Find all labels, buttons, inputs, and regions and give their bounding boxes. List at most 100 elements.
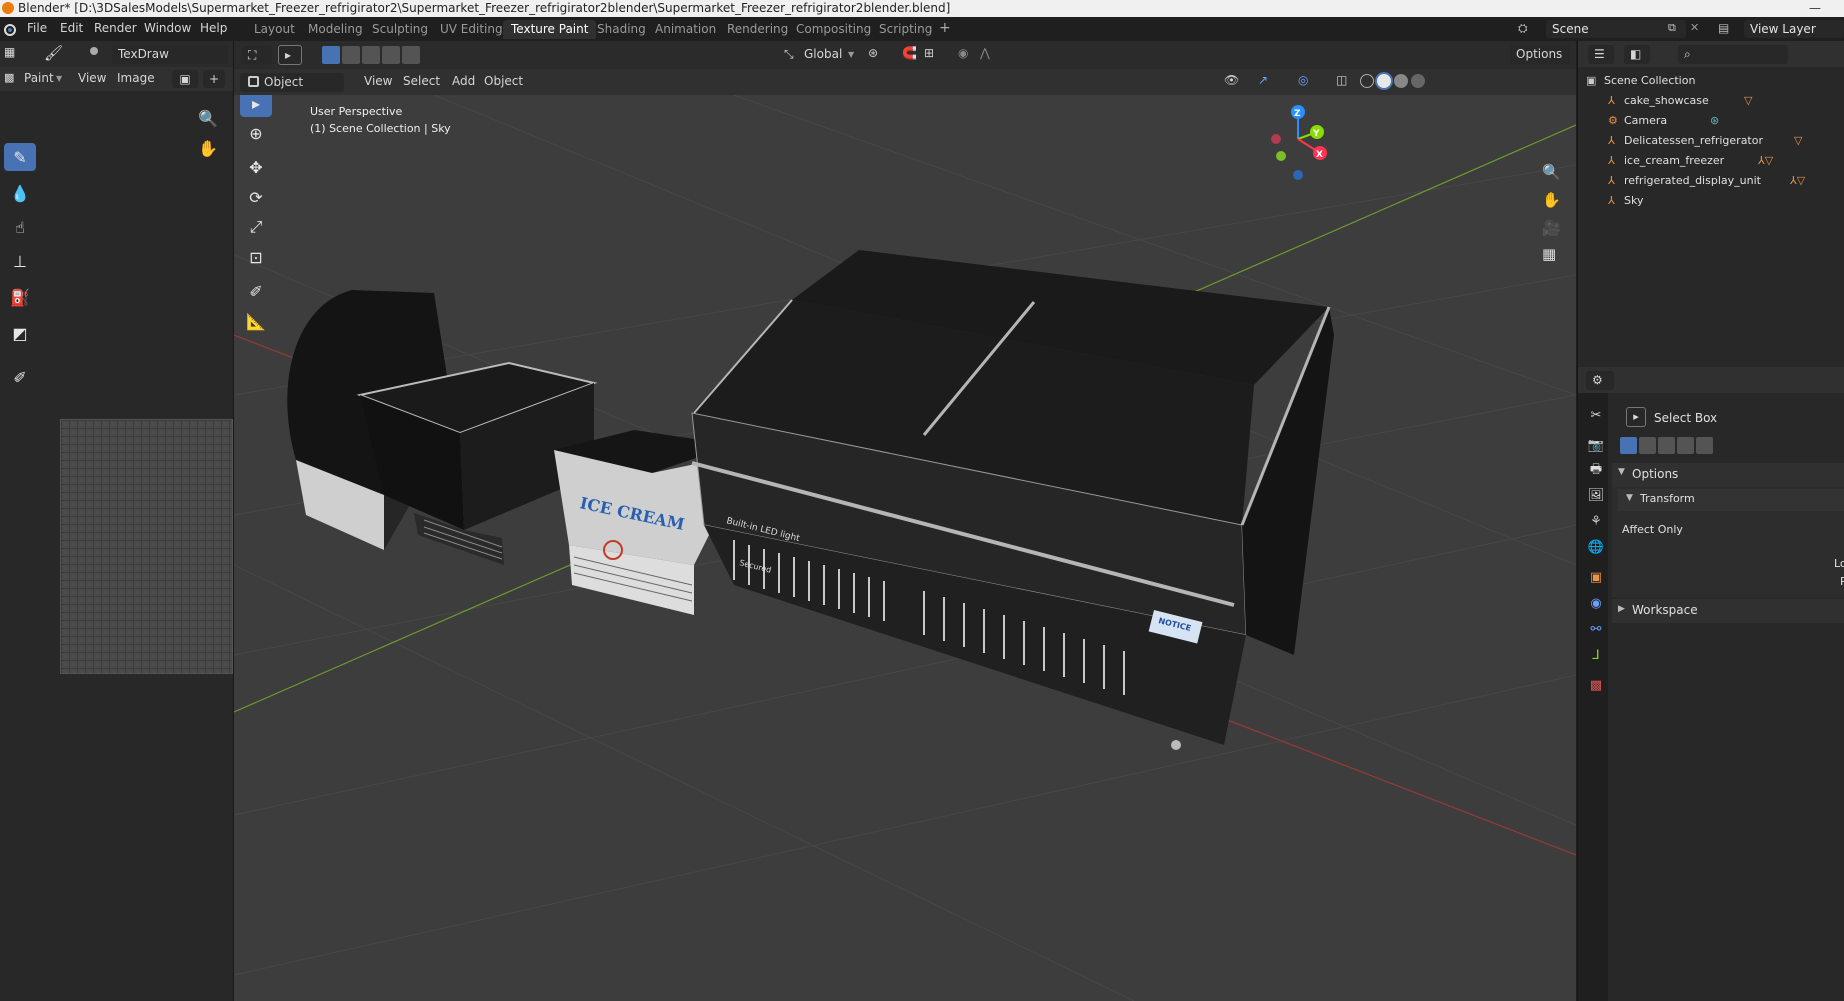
pivot-icon[interactable]: ⊛ bbox=[868, 46, 878, 60]
gizmo-neg-z-icon[interactable] bbox=[1293, 170, 1303, 180]
new-scene-icon[interactable]: ⧉ bbox=[1668, 21, 1676, 35]
menu-view[interactable]: View bbox=[364, 72, 392, 91]
measure-icon[interactable]: 📐 bbox=[240, 307, 272, 335]
3d-viewport[interactable]: ICE CREAM Built-in LED light Secured NOT… bbox=[234, 95, 1576, 1001]
mode-intersect-icon[interactable] bbox=[1696, 437, 1713, 454]
mode-invert-icon[interactable] bbox=[382, 46, 400, 64]
paint-mode-dropdown[interactable]: Paint bbox=[24, 69, 54, 88]
physics-icon[interactable]: ◉ bbox=[1586, 593, 1606, 613]
scene-name-field[interactable]: Scene bbox=[1546, 20, 1686, 38]
menu-edit[interactable]: Edit bbox=[60, 21, 83, 35]
transform-icon[interactable]: ⊡ bbox=[240, 243, 272, 271]
zoom-icon[interactable]: 🔍 bbox=[198, 109, 218, 128]
brush-name-field[interactable]: TexDraw bbox=[112, 45, 228, 64]
tab-animation[interactable]: Animation bbox=[647, 20, 724, 39]
mode-set-icon[interactable] bbox=[1620, 437, 1637, 454]
mode-intersect-icon[interactable] bbox=[402, 46, 420, 64]
rendered-shading-icon[interactable] bbox=[1411, 74, 1425, 88]
image-browse-icon[interactable]: ▣ bbox=[172, 70, 198, 88]
rotate-icon[interactable]: ⟳ bbox=[240, 183, 272, 211]
tool-icon[interactable]: ✂ bbox=[1586, 405, 1606, 425]
minimize-button[interactable]: — bbox=[1800, 0, 1830, 17]
scale-icon[interactable]: ⤢ bbox=[240, 213, 272, 241]
pan-hand-icon[interactable]: ✋ bbox=[1542, 191, 1561, 209]
brush-icon[interactable]: ✎ bbox=[4, 143, 36, 171]
orientation-dropdown[interactable]: Global bbox=[804, 45, 842, 64]
outliner-search-input[interactable]: ⌕ bbox=[1678, 45, 1788, 64]
mode-invert-icon[interactable] bbox=[1677, 437, 1694, 454]
add-workspace-button[interactable]: + bbox=[939, 20, 951, 36]
menu-render[interactable]: Render bbox=[94, 21, 137, 35]
tab-rendering[interactable]: Rendering bbox=[719, 20, 796, 39]
editor-type-icon[interactable]: ☰ bbox=[1588, 45, 1614, 64]
object-icon[interactable]: ▣ bbox=[1586, 567, 1606, 587]
tab-scripting[interactable]: Scripting bbox=[871, 20, 940, 39]
editor-type-icon[interactable]: ⛶ bbox=[242, 46, 272, 65]
scene-icon[interactable]: ⚘ bbox=[1586, 511, 1606, 531]
material-shading-icon[interactable] bbox=[1394, 74, 1408, 88]
navigation-gizmo[interactable]: Z Y X bbox=[1271, 105, 1327, 180]
select-box-icon[interactable]: ▸ bbox=[240, 95, 272, 117]
mode-subtract-icon[interactable] bbox=[1658, 437, 1675, 454]
solid-shading-icon[interactable] bbox=[1377, 74, 1391, 88]
outliner-item-delicatessen-refrigerator[interactable]: ⅄ Delicatessen_refrigerator ▽ bbox=[1578, 131, 1838, 151]
tab-modeling[interactable]: Modeling bbox=[300, 20, 371, 39]
outliner-item-refrigerated-display-unit[interactable]: ⅄ refrigerated_display_unit ⅄▽ bbox=[1578, 171, 1838, 191]
snap-target-icon[interactable]: ⊞ bbox=[924, 46, 934, 60]
brush-icon[interactable]: 🖌 bbox=[44, 44, 63, 62]
zoom-icon[interactable]: 🔍 bbox=[1542, 163, 1561, 181]
xray-icon[interactable]: ◫ bbox=[1336, 73, 1347, 87]
menu-window[interactable]: Window bbox=[144, 21, 191, 35]
annotate-icon[interactable]: ✐ bbox=[240, 277, 272, 305]
visibility-icon[interactable]: 👁 bbox=[1224, 73, 1239, 87]
view-layer-icon[interactable]: 🖼 bbox=[1586, 485, 1606, 505]
view-layer-icon[interactable]: ▤ bbox=[1718, 21, 1729, 35]
tab-uv-editing[interactable]: UV Editing bbox=[432, 20, 511, 39]
menu-file[interactable]: File bbox=[27, 21, 47, 35]
pan-hand-icon[interactable]: ✋ bbox=[198, 139, 218, 158]
scene-collection-row[interactable]: ▣ Scene Collection bbox=[1578, 71, 1695, 91]
snap-icon[interactable]: 🧲 bbox=[902, 46, 917, 60]
paint-mode-icon[interactable]: ▩ bbox=[4, 71, 14, 84]
gizmo-toggle-icon[interactable]: ↗ bbox=[1258, 73, 1268, 87]
world-icon[interactable]: 🌐 bbox=[1586, 537, 1606, 557]
delete-scene-icon[interactable]: ✕ bbox=[1690, 21, 1699, 34]
gizmo-neg-y-icon[interactable] bbox=[1276, 151, 1286, 161]
tab-sculpting[interactable]: Sculpting bbox=[364, 20, 436, 39]
menu-image[interactable]: Image bbox=[117, 69, 155, 88]
mask-icon[interactable]: ◩ bbox=[4, 319, 36, 347]
ortho-grid-icon[interactable]: ▦ bbox=[1542, 245, 1556, 263]
workspace-panel-header[interactable]: ▶ Workspace bbox=[1612, 599, 1844, 623]
mode-set-icon[interactable] bbox=[322, 46, 340, 64]
annotate-icon[interactable]: ✐ bbox=[4, 363, 36, 391]
mode-extend-icon[interactable] bbox=[342, 46, 360, 64]
menu-view[interactable]: View bbox=[78, 69, 106, 88]
editor-type-icon[interactable]: ⚙ bbox=[1586, 371, 1614, 390]
falloff-icon[interactable]: ⋀ bbox=[980, 46, 990, 60]
tab-shading[interactable]: Shading bbox=[589, 20, 654, 39]
outliner-item-camera[interactable]: ⚙ Camera ⊛ bbox=[1578, 111, 1838, 131]
menu-select[interactable]: Select bbox=[403, 72, 440, 91]
render-icon[interactable]: 📷 bbox=[1586, 435, 1606, 455]
menu-object[interactable]: Object bbox=[484, 72, 523, 91]
scene-selector-icon[interactable]: ⛭ bbox=[1518, 21, 1528, 36]
tab-compositing[interactable]: Compositing bbox=[788, 20, 879, 39]
select-box-icon[interactable]: ▸ bbox=[278, 45, 302, 65]
cursor-icon[interactable]: ⊕ bbox=[240, 119, 272, 147]
new-image-button[interactable]: + bbox=[203, 70, 225, 88]
texture-icon[interactable]: ▩ bbox=[1586, 675, 1606, 695]
clone-icon[interactable]: ⊥ bbox=[4, 247, 36, 275]
proportional-edit-icon[interactable]: ◉ bbox=[958, 46, 968, 60]
menu-help[interactable]: Help bbox=[200, 21, 227, 35]
overlays-icon[interactable]: ◎ bbox=[1298, 73, 1308, 87]
menu-add[interactable]: Add bbox=[452, 72, 475, 91]
fill-icon[interactable]: ⛽ bbox=[4, 283, 36, 311]
editor-type-icon[interactable]: ▦ bbox=[4, 45, 15, 59]
soften-icon[interactable]: 💧 bbox=[4, 179, 36, 207]
gizmo-neg-x-icon[interactable] bbox=[1271, 134, 1281, 144]
tab-layout[interactable]: Layout bbox=[246, 20, 303, 39]
image-canvas[interactable] bbox=[60, 419, 233, 674]
tab-texture-paint[interactable]: Texture Paint bbox=[503, 20, 597, 39]
output-icon[interactable]: 🖶 bbox=[1586, 461, 1606, 481]
transform-subpanel-header[interactable]: ▼ Transform bbox=[1618, 489, 1844, 511]
